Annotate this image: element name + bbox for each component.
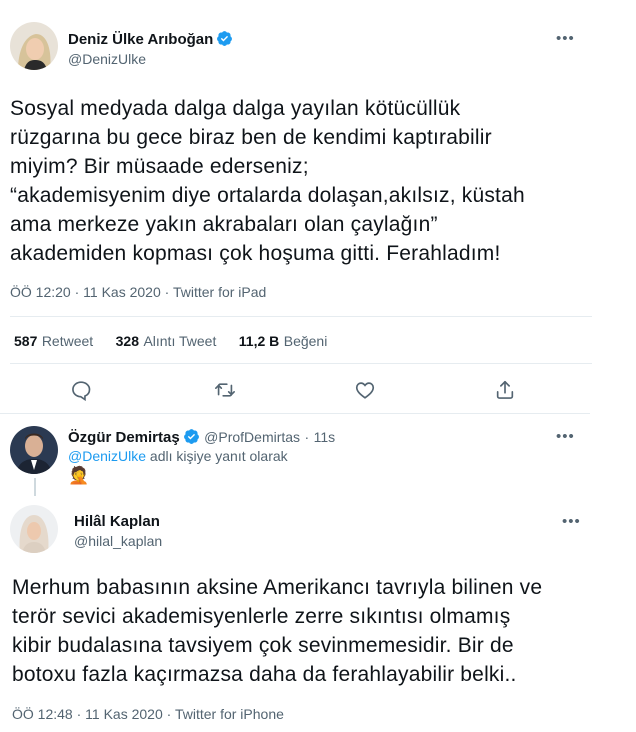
tweet-text-line: “akademisyenim diye ortalarda dolaşan,ak… (10, 184, 525, 207)
divider (0, 413, 590, 414)
tweet-stats: 587 Retweet 328 Alıntı Tweet 11,2 B Beğe… (14, 333, 327, 351)
tweet-text-line: miyim? Bir müsaade ederseniz; (10, 155, 309, 178)
tweet-text-line: ama merkeze yakın akrabaları olan çaylağ… (10, 213, 438, 236)
author-row: Deniz Ülke Arıboğan (68, 30, 233, 49)
meta-separator: · (76, 706, 82, 722)
quote-count: 328 (115, 333, 139, 349)
reply-icon[interactable] (70, 379, 92, 406)
tweet-text-line: rüzgarına bu gece biraz ben de kendimi k… (10, 126, 492, 149)
tweet-text-line: botoxu fazla kaçırmazsa daha da ferahlay… (12, 663, 517, 686)
tweet-text-line: kibir budalasına tavsiyem çok sevinmemes… (12, 634, 514, 657)
retweet-icon[interactable] (214, 379, 236, 406)
divider (10, 363, 592, 364)
tweet-date[interactable]: 11 Kas 2020 (83, 284, 161, 300)
tweet-source[interactable]: Twitter for iPhone (175, 706, 284, 722)
reply-emoji: 🤦 (68, 466, 90, 485)
tweet-text-line: Merhum babasının aksine Amerikancı tavrı… (12, 576, 543, 599)
quote-count-link[interactable]: 328 Alıntı Tweet (116, 333, 217, 350)
retweet-label: Retweet (41, 333, 94, 349)
retweet-count-link[interactable]: 587 Retweet (14, 333, 93, 350)
tweet-text-line: Sosyal medyada dalga dalga yayılan kötüc… (10, 97, 461, 120)
tweet-source[interactable]: Twitter for iPad (173, 284, 266, 300)
quoted-tweet-text: Merhum babasının aksine Amerikancı tavrı… (12, 573, 622, 689)
like-count: 11,2 B (238, 333, 280, 349)
verified-badge-icon (183, 429, 199, 444)
divider (10, 316, 592, 317)
thread-line (34, 478, 36, 496)
quoted-author-name[interactable]: Hilâl Kaplan (74, 513, 160, 530)
replying-to: @DenizUlke adlı kişiye yanıt olarak (68, 448, 288, 464)
quoted-tweet-meta: ÖÖ 12:48 · 11 Kas 2020 · Twitter for iPh… (12, 706, 284, 722)
retweet-count: 587 (14, 333, 38, 349)
tweet-time[interactable]: ÖÖ 12:20 (10, 284, 71, 300)
verified-badge-icon (217, 31, 233, 46)
quote-label: Alıntı Tweet (143, 333, 217, 349)
like-icon[interactable] (354, 379, 376, 406)
reply-author-row: Özgür Demirtaş @ProfDemirtas · 11s (68, 428, 335, 447)
avatar-hilal[interactable] (10, 505, 58, 553)
author-name[interactable]: Deniz Ülke Arıboğan (68, 31, 213, 48)
meta-separator: · (166, 706, 172, 722)
replying-to-label: adlı kişiye yanıt olarak (146, 448, 288, 464)
tweet-text-line: akademiden kopması çok hoşuma gitti. Fer… (10, 242, 501, 265)
avatar-ozgur[interactable] (10, 426, 58, 474)
meta-separator: · (164, 284, 170, 300)
reply-author-handle[interactable]: @ProfDemirtas (204, 429, 300, 445)
tweet-date[interactable]: 11 Kas 2020 (85, 706, 163, 722)
tweet-meta: ÖÖ 12:20 · 11 Kas 2020 · Twitter for iPa… (10, 284, 266, 300)
share-icon[interactable] (494, 379, 516, 406)
meta-separator: · (304, 429, 310, 445)
more-icon[interactable]: ••• (556, 428, 575, 445)
quoted-author-handle[interactable]: @hilal_kaplan (74, 533, 162, 549)
reply-author-name[interactable]: Özgür Demirtaş (68, 429, 180, 446)
tweet-time[interactable]: ÖÖ 12:48 (12, 706, 73, 722)
more-icon[interactable]: ••• (562, 513, 581, 530)
avatar-deniz[interactable] (10, 22, 58, 70)
tweet-text: Sosyal medyada dalga dalga yayılan kötüc… (10, 94, 620, 268)
meta-separator: · (74, 284, 80, 300)
author-handle[interactable]: @DenizUlke (68, 51, 146, 67)
tweet-text-line: terör sevici akademisyenlerle zerre sıkı… (12, 605, 511, 628)
reply-time-ago[interactable]: 11s (314, 429, 336, 445)
replying-to-handle[interactable]: @DenizUlke (68, 448, 146, 464)
like-label: Beğeni (283, 333, 328, 349)
like-count-link[interactable]: 11,2 B Beğeni (239, 333, 328, 350)
more-icon[interactable]: ••• (556, 30, 575, 47)
